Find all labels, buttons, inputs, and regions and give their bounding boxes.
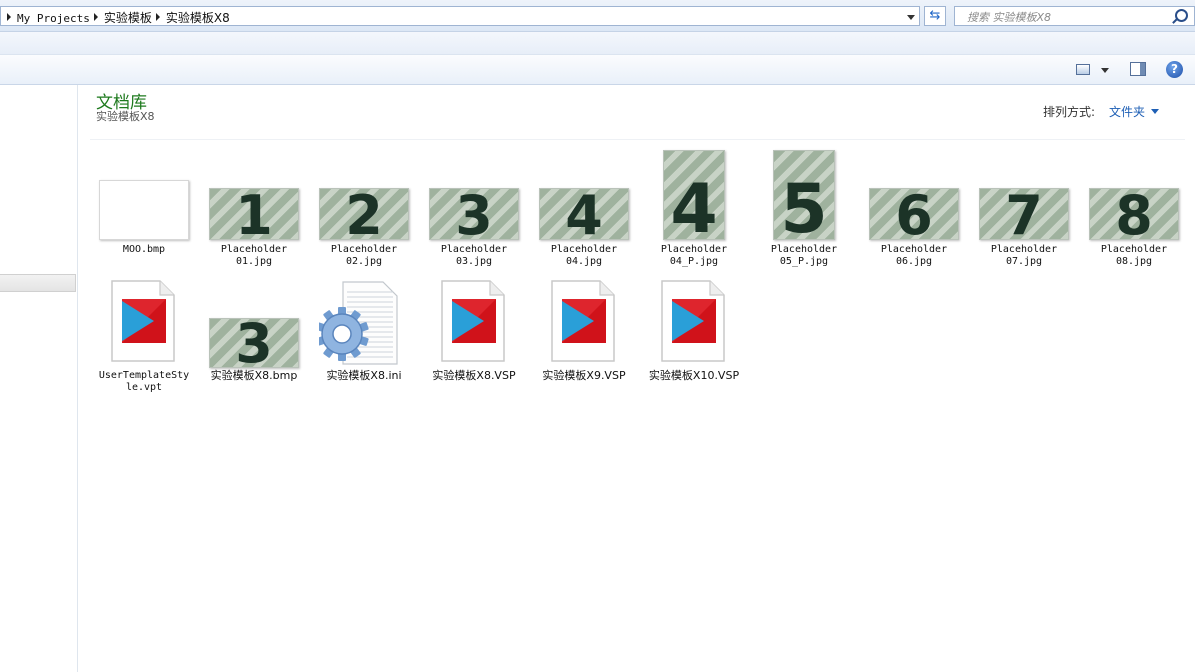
file-name[interactable]: 实验模板X8.bmp [204,370,304,382]
vsp-doc-icon[interactable] [110,279,178,365]
arrange-by-dropdown[interactable]: 文件夹 [1109,103,1145,120]
image-thumbnail[interactable]: 6 [869,188,959,240]
refresh-button[interactable]: ⇆ [924,6,946,26]
chevron-right-icon[interactable] [7,13,11,21]
thumbnail-glyph: 6 [895,188,933,240]
thumbnail-glyph: 3 [455,188,493,240]
file-name[interactable]: UserTemplateSty le.vpt [94,370,194,394]
file-name[interactable]: Placeholder 08.jpg [1084,244,1184,268]
nav-selected-item[interactable] [0,274,76,292]
address-bar-area: My Projects 实验模板 实验模板X8 ⇆ [0,0,1195,32]
image-thumbnail[interactable]: 1 [209,188,299,240]
vsp-doc-icon[interactable] [440,279,508,365]
refresh-icon: ⇆ [929,8,941,23]
search-box[interactable] [954,6,1195,26]
navigation-pane[interactable] [0,85,78,672]
file-name[interactable]: 实验模板X8.ini [314,370,414,382]
change-view-icon[interactable] [1076,64,1090,75]
file-name[interactable]: Placeholder 01.jpg [204,244,304,268]
thumbnail-glyph: 7 [1005,188,1043,240]
image-thumbnail[interactable]: 3 [209,318,299,368]
file-name[interactable]: 实验模板X10.VSP [644,370,744,382]
image-thumbnail[interactable]: 4 [663,150,725,240]
header-divider [90,139,1185,140]
vsp-doc-icon[interactable] [660,279,728,365]
view-options-dropdown-icon[interactable] [1101,68,1109,73]
thumbnail-glyph: 8 [1115,188,1153,240]
help-icon[interactable]: ? [1166,61,1183,78]
chevron-right-icon[interactable] [93,13,98,21]
breadcrumb-template-x8[interactable]: 实验模板X8 [166,9,230,26]
thumbnail-glyph: 5 [780,169,828,240]
image-thumbnail[interactable]: 2 [319,188,409,240]
chevron-right-icon[interactable] [155,13,160,21]
library-subtitle: 实验模板X8 [96,110,155,123]
file-name[interactable]: Placeholder 04_P.jpg [644,244,744,268]
breadcrumb-template[interactable]: 实验模板 [104,9,152,26]
file-name[interactable]: 实验模板X9.VSP [534,370,634,382]
file-name[interactable]: Placeholder 06.jpg [864,244,964,268]
chevron-down-icon[interactable] [1151,109,1159,114]
breadcrumb-my-projects[interactable]: My Projects [17,12,90,25]
search-icon[interactable] [1175,9,1188,22]
file-name[interactable]: Placeholder 05_P.jpg [754,244,854,268]
file-name[interactable]: Placeholder 02.jpg [314,244,414,268]
thumbnail-glyph: 3 [235,318,273,368]
vsp-doc-icon[interactable] [550,279,618,365]
image-thumbnail[interactable]: 3 [429,188,519,240]
file-name[interactable]: MOO.bmp [94,244,194,256]
thumbnail-glyph: 2 [345,188,383,240]
toolbar: ? [0,55,1195,85]
image-thumbnail[interactable]: 7 [979,188,1069,240]
preview-pane-icon[interactable] [1130,62,1146,76]
address-bar[interactable]: My Projects 实验模板 实验模板X8 [0,6,920,26]
arrange-by-label: 排列方式: [1043,105,1096,119]
file-name[interactable]: Placeholder 03.jpg [424,244,524,268]
address-dropdown-icon[interactable] [907,15,915,20]
search-input[interactable] [965,8,1169,26]
image-thumbnail[interactable] [99,180,189,240]
thumbnail-glyph: 4 [670,169,718,240]
file-name[interactable]: Placeholder 07.jpg [974,244,1074,268]
breadcrumb: My Projects 实验模板 实验模板X8 [3,9,230,26]
ini-settings-icon[interactable] [319,278,409,368]
file-name[interactable]: Placeholder 04.jpg [534,244,634,268]
image-thumbnail[interactable]: 4 [539,188,629,240]
menu-bar [0,32,1195,55]
image-thumbnail[interactable]: 5 [773,150,835,240]
thumbnail-glyph: 4 [565,188,603,240]
file-name[interactable]: 实验模板X8.VSP [424,370,524,382]
thumbnail-glyph: 1 [235,188,273,240]
image-thumbnail[interactable]: 8 [1089,188,1179,240]
